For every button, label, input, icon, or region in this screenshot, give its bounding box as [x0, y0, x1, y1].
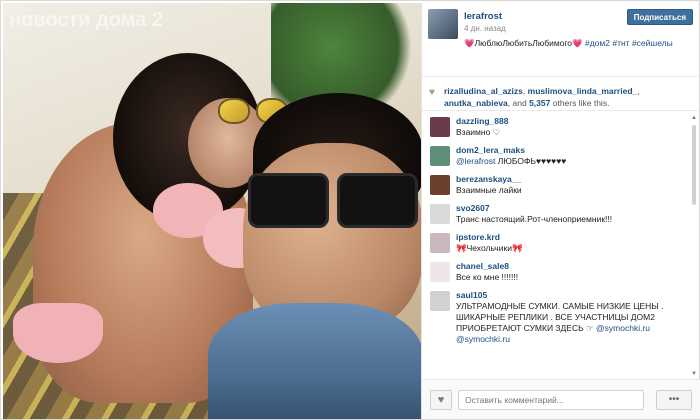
heart-icon: ♥ — [437, 394, 445, 406]
hashtag-link[interactable]: #тнт — [612, 38, 629, 48]
comment-text: Все ко мне !!!!!!! — [456, 272, 519, 282]
comments-list[interactable]: dazzling_888 Взаимно ♡ dom2_lera_maks @l… — [422, 111, 699, 379]
like-button[interactable]: ♥ — [430, 390, 452, 410]
comment-text: Транс настоящий.Рот-членоприемник!!! — [456, 214, 613, 224]
comment-text: Взаимные лайки — [456, 185, 522, 195]
avatar[interactable] — [430, 117, 450, 137]
instagram-embed: новости дома 2 lerafrost 4 дн. назад Под… — [0, 0, 700, 420]
comment-text: Взаимно ♡ — [456, 127, 501, 137]
watermark: новости дома 2 — [9, 9, 164, 31]
comment-username[interactable]: chanel_sale8 — [456, 261, 687, 272]
avatar[interactable] — [430, 262, 450, 282]
avatar[interactable] — [430, 233, 450, 253]
follow-button[interactable]: Подписаться — [626, 9, 693, 25]
post-header: lerafrost 4 дн. назад Подписаться 💗Люблю… — [422, 3, 699, 77]
denim-jacket — [208, 303, 421, 419]
mention-link[interactable]: @lerafrost — [456, 156, 495, 166]
avatar[interactable] — [430, 291, 450, 311]
avatar[interactable] — [428, 9, 458, 39]
comment-footer: ♥ ••• — [422, 379, 700, 419]
post-photo[interactable]: новости дома 2 — [3, 3, 421, 419]
post-caption: 💗ЛюблюЛюбитьЛюбимого💗 #дом2 #тнт #сейшел… — [464, 37, 691, 49]
list-item: dazzling_888 Взаимно ♡ — [422, 114, 699, 143]
hashtag-link[interactable]: #дом2 — [585, 38, 610, 48]
man-sunglasses — [248, 173, 418, 228]
like-user-link[interactable]: rizalludina_al_azizs — [444, 86, 523, 96]
mention-link[interactable]: @symochki.ru — [456, 334, 510, 344]
list-item: svo2607 Транс настоящий.Рот-членоприемни… — [422, 201, 699, 230]
comment-text: 🎀Чехольчики🎀 — [456, 243, 523, 253]
likes-count[interactable]: 5,357 — [529, 98, 550, 108]
scrollbar-thumb[interactable] — [692, 125, 696, 205]
comment-username[interactable]: dazzling_888 — [456, 116, 687, 127]
like-user-link[interactable]: anutka_nabieva — [444, 98, 508, 108]
caption-text: 💗ЛюблюЛюбитьЛюбимого💗 — [464, 38, 585, 48]
comment-input[interactable] — [458, 390, 644, 410]
scroll-down-icon[interactable]: ▼ — [691, 371, 697, 377]
likes-suffix: others like this. — [552, 98, 610, 108]
post-username[interactable]: lerafrost — [464, 11, 502, 22]
comment-username[interactable]: dom2_lera_maks — [456, 145, 687, 156]
comment-username[interactable]: berezanskaya__ — [456, 174, 687, 185]
comment-username[interactable]: ipstore.krd — [456, 232, 687, 243]
heart-icon: ♥ — [429, 87, 435, 98]
mention-link[interactable]: @symochki.ru — [596, 323, 650, 333]
avatar[interactable] — [430, 175, 450, 195]
scrollbar[interactable]: ▲ ▼ — [691, 115, 697, 377]
comment-text-body: ЛЮБОФЬ♥♥♥♥♥♥ — [495, 156, 567, 166]
bikini-bottom — [13, 303, 103, 363]
comment-text: @lerafrost ЛЮБОФЬ♥♥♥♥♥♥ — [456, 156, 566, 166]
list-item: berezanskaya__ Взаимные лайки — [422, 172, 699, 201]
like-user-link[interactable]: muslimova_linda_married_ — [528, 86, 638, 96]
avatar[interactable] — [430, 146, 450, 166]
post-sidebar: lerafrost 4 дн. назад Подписаться 💗Люблю… — [421, 3, 700, 419]
post-timestamp: 4 дн. назад — [464, 24, 506, 33]
more-options-button[interactable]: ••• — [656, 390, 692, 410]
avatar[interactable] — [430, 204, 450, 224]
hashtag-link[interactable]: #сейшелы — [632, 38, 673, 48]
comment-text: УЛЬТРАМОДНЫЕ СУМКИ. САМЫЕ НИЗКИЕ ЦЕНЫ . … — [456, 301, 664, 344]
likes-summary: ♥ rizalludina_al_azizs, muslimova_linda_… — [422, 77, 699, 111]
scroll-up-icon[interactable]: ▲ — [691, 115, 697, 121]
list-item: chanel_sale8 Все ко мне !!!!!!! — [422, 259, 699, 288]
comment-username[interactable]: saul105 — [456, 290, 687, 301]
list-item: saul105 УЛЬТРАМОДНЫЕ СУМКИ. САМЫЕ НИЗКИЕ… — [422, 288, 699, 349]
list-item: dom2_lera_maks @lerafrost ЛЮБОФЬ♥♥♥♥♥♥ — [422, 143, 699, 172]
list-item: ipstore.krd 🎀Чехольчики🎀 — [422, 230, 699, 259]
likes-and: and — [512, 98, 527, 108]
comment-username[interactable]: svo2607 — [456, 203, 687, 214]
